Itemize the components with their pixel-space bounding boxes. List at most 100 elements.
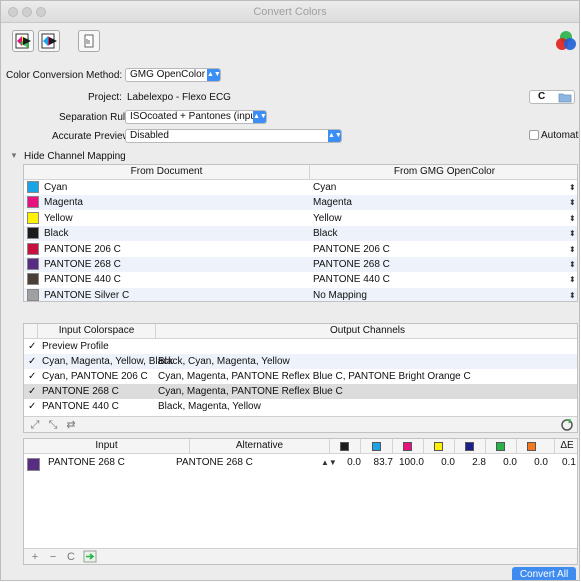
channel-mapping-table: From Document From GMG OpenColor Cyan Cya… (23, 164, 578, 302)
convert-tool-button[interactable] (12, 30, 34, 52)
mapping-row[interactable]: Black Black ⬍ (24, 226, 577, 242)
input-header[interactable]: Input (24, 439, 190, 453)
rgb-circles-logo-icon (556, 31, 576, 50)
method-select[interactable]: GMG OpenColor ▲▼ (125, 68, 221, 82)
colorspace-table: Input Colorspace Output Channels ✓ Previe… (23, 323, 578, 433)
channel-color-swatch (496, 442, 505, 451)
channel-header[interactable] (424, 439, 455, 453)
result-row[interactable]: PANTONE 268 C PANTONE 268 C ▲▼ 0.0 83.7 10… (24, 455, 577, 471)
input-colorspace: Cyan, Magenta, Yellow, Black (42, 356, 174, 367)
remove-button[interactable]: − (45, 551, 61, 563)
channel-value[interactable]: 0.0 (424, 455, 455, 471)
channel-header[interactable] (455, 439, 486, 453)
expand-icon[interactable]: ⤢ (27, 419, 43, 431)
delta-e-header[interactable]: ΔE (555, 439, 577, 453)
mapping-stepper-icon[interactable]: ⬍ (569, 242, 576, 257)
mapping-row[interactable]: PANTONE Silver C No Mapping ⬍ (24, 287, 577, 301)
mapping-row[interactable]: Cyan Cyan ⬍ (24, 180, 577, 195)
document-channel: Cyan (44, 182, 68, 193)
swap-icon[interactable]: ⇄ (63, 419, 79, 431)
result-delta-e: 0.1 (562, 457, 576, 468)
check-icon[interactable]: ✓ (28, 339, 36, 354)
colorspace-header: Input Colorspace Output Channels (24, 324, 577, 339)
output-channels-header[interactable]: Output Channels (156, 324, 577, 338)
colorspace-row[interactable]: ✓ Preview Profile (24, 339, 577, 354)
colorspace-row[interactable]: ✓ PANTONE 440 C Black, Magenta, Yellow (24, 399, 577, 414)
channel-header[interactable] (362, 439, 393, 453)
gmg-channel: Cyan (313, 182, 337, 193)
from-gmg-header[interactable]: From GMG OpenColor (310, 165, 577, 179)
channel-value[interactable]: 0.0 (486, 455, 517, 471)
automatic-checkbox[interactable] (529, 130, 539, 140)
output-channels: Black, Magenta, Yellow (158, 401, 261, 412)
gmg-channel: Black (313, 228, 338, 240)
channel-header[interactable] (393, 439, 424, 453)
channel-header[interactable] (486, 439, 517, 453)
refresh-project-button[interactable]: C (538, 91, 545, 103)
reload-button[interactable]: C (63, 551, 79, 563)
mapping-stepper-icon[interactable]: ⬍ (569, 180, 576, 195)
mapping-stepper-icon[interactable]: ⬍ (569, 195, 576, 210)
add-button[interactable]: + (27, 551, 43, 563)
mapping-stepper-icon[interactable]: ⬍ (569, 257, 576, 272)
project-label: Project: (88, 92, 122, 103)
mapping-row[interactable]: Magenta Magenta ⬍ (24, 195, 577, 211)
colorspace-toolbar: ⤢ ⤡ ⇄ (24, 416, 577, 432)
folder-icon[interactable] (558, 92, 572, 103)
import-icon[interactable] (83, 550, 97, 563)
channel-swatch (27, 196, 39, 209)
check-icon[interactable]: ✓ (28, 384, 36, 399)
colorspace-row[interactable]: ✓ Cyan, Magenta, Yellow, Black Black, Cyan… (24, 354, 577, 369)
channel-swatch (27, 288, 39, 301)
preview-select[interactable]: Disabled ▲▼ (125, 129, 342, 143)
input-colorspace: PANTONE 440 C (42, 401, 119, 412)
hide-channel-mapping-toggle[interactable]: Hide Channel Mapping (24, 151, 126, 162)
mapping-row[interactable]: Yellow Yellow ⬍ (24, 211, 577, 226)
mapping-row[interactable]: PANTONE 268 C PANTONE 268 C ⬍ (24, 257, 577, 272)
channel-value[interactable]: 100.0 (393, 455, 424, 471)
mapping-stepper-icon[interactable]: ⬍ (569, 272, 576, 287)
colorspace-row[interactable]: ✓ PANTONE 268 C Cyan, Magenta, PANTONE Ref… (24, 384, 577, 399)
check-icon[interactable]: ✓ (28, 399, 36, 414)
gmg-channel: PANTONE 440 C (313, 274, 390, 286)
results-toolbar: + − C (24, 548, 577, 564)
conversion-results-table: Input Alternative ΔE PANTONE 268 C PANTO… (23, 438, 578, 565)
collapse-icon[interactable]: ⤡ (45, 419, 61, 431)
convert-all-button[interactable]: Convert All (512, 567, 576, 580)
mapping-stepper-icon[interactable]: ⬍ (569, 288, 576, 301)
mapping-row[interactable]: PANTONE 440 C PANTONE 440 C ⬍ (24, 272, 577, 287)
separation-select[interactable]: ISOcoated + Pantones (input) ▲▼ (125, 110, 267, 124)
channel-value[interactable]: 0.0 (330, 455, 361, 471)
input-colorspace: PANTONE 268 C (42, 386, 119, 397)
channel-color-swatch (403, 442, 412, 451)
channel-value[interactable]: 83.7 (362, 455, 393, 471)
from-document-header[interactable]: From Document (24, 165, 310, 179)
channel-swatch (27, 242, 39, 255)
input-colorspace-header[interactable]: Input Colorspace (38, 324, 156, 338)
document-channel: Magenta (44, 197, 83, 209)
document-channel: PANTONE 440 C (44, 274, 121, 286)
sync-icon[interactable] (561, 419, 573, 431)
mapping-stepper-icon[interactable]: ⬍ (569, 226, 576, 241)
automatic-label: Automatic (541, 130, 579, 141)
mapping-row[interactable]: PANTONE 206 C PANTONE 206 C ⬍ (24, 242, 577, 257)
gmg-channel: Magenta (313, 197, 352, 209)
channel-value[interactable]: 2.8 (455, 455, 486, 471)
channel-header[interactable] (517, 439, 555, 453)
channel-swatch (27, 227, 39, 240)
check-icon[interactable]: ✓ (28, 369, 36, 384)
check-icon[interactable]: ✓ (28, 354, 36, 369)
mapping-stepper-icon[interactable]: ⬍ (569, 211, 576, 226)
disclosure-triangle-icon[interactable]: ▼ (10, 151, 18, 160)
channel-swatch (27, 211, 39, 224)
document-tool-button[interactable] (78, 30, 100, 52)
preview-label: Accurate Preview: (52, 131, 133, 142)
convert-selection-button[interactable] (38, 30, 60, 52)
alternative-header[interactable]: Alternative (190, 439, 330, 453)
separation-label: Separation Rule: (59, 112, 134, 123)
channel-value[interactable]: 0.0 (517, 455, 548, 471)
toolbar (1, 23, 579, 63)
colorspace-row[interactable]: ✓ Cyan, PANTONE 206 C Cyan, Magenta, PANTO… (24, 369, 577, 384)
mapping-header: From Document From GMG OpenColor (24, 165, 577, 180)
channel-header[interactable] (330, 439, 361, 453)
